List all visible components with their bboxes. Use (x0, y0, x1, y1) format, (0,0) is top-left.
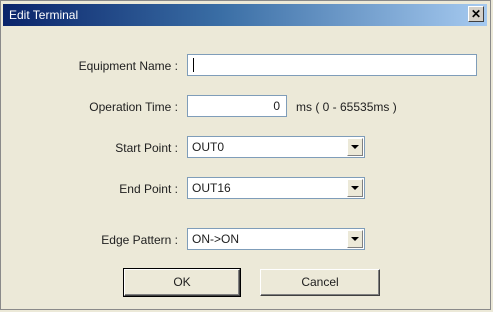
start-point-select[interactable]: OUT0 (187, 136, 365, 158)
start-point-label: Start Point : (115, 141, 178, 155)
operation-time-unit: ms ( 0 - 65535ms ) (296, 100, 397, 114)
operation-time-input[interactable]: 0 (187, 95, 287, 117)
edge-pattern-value: ON->ON (192, 232, 240, 246)
end-point-select[interactable]: OUT16 (187, 177, 365, 199)
close-icon: ✕ (470, 7, 482, 21)
chevron-down-icon[interactable] (347, 230, 363, 248)
title-bar[interactable]: Edit Terminal ✕ (3, 4, 487, 26)
cancel-button[interactable]: Cancel (260, 269, 380, 296)
chevron-down-icon[interactable] (347, 138, 363, 156)
equipment-name-label: Equipment Name : (78, 59, 178, 73)
end-point-value: OUT16 (192, 181, 231, 195)
start-point-value: OUT0 (192, 140, 225, 154)
edge-pattern-select[interactable]: ON->ON (187, 228, 365, 250)
ok-button[interactable]: OK (123, 268, 241, 297)
operation-time-label: Operation Time : (89, 100, 178, 114)
end-point-label: End Point : (119, 182, 178, 196)
edit-terminal-dialog: Edit Terminal ✕ Equipment Name : Operati… (0, 0, 491, 310)
edge-pattern-label: Edge Pattern : (101, 233, 178, 247)
text-caret (193, 58, 194, 72)
close-button[interactable]: ✕ (468, 6, 484, 22)
window-title: Edit Terminal (9, 8, 79, 22)
equipment-name-input[interactable] (187, 54, 477, 76)
chevron-down-icon[interactable] (347, 179, 363, 197)
